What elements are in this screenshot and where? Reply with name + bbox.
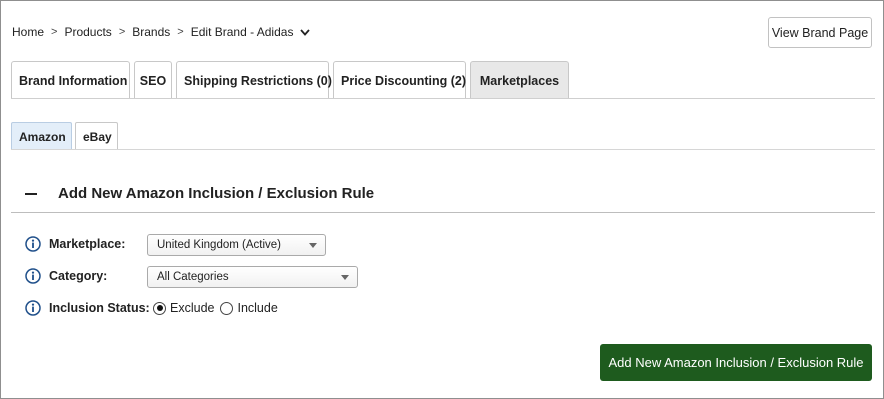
section-divider bbox=[11, 212, 875, 213]
marketplace-select-value: United Kingdom (Active) bbox=[157, 239, 281, 251]
breadcrumb-current: Edit Brand - Adidas bbox=[190, 25, 294, 39]
dropdown-caret-icon bbox=[341, 275, 349, 280]
view-brand-page-button[interactable]: View Brand Page bbox=[768, 17, 872, 48]
category-field: Category: bbox=[25, 268, 107, 284]
breadcrumb-home[interactable]: Home bbox=[12, 25, 44, 39]
chevron-down-icon[interactable] bbox=[299, 26, 311, 38]
minus-icon[interactable] bbox=[25, 192, 37, 195]
breadcrumb-separator: > bbox=[51, 26, 58, 38]
tab-amazon[interactable]: Amazon bbox=[11, 122, 72, 150]
category-select-value: All Categories bbox=[157, 271, 229, 283]
tab-price-discounting[interactable]: Price Discounting (2) bbox=[333, 61, 466, 99]
inclusion-status-label: Inclusion Status: bbox=[49, 301, 150, 315]
tab-marketplaces[interactable]: Marketplaces bbox=[470, 61, 569, 99]
category-select[interactable]: All Categories bbox=[147, 266, 358, 288]
breadcrumb-separator: > bbox=[118, 26, 126, 38]
category-label: Category: bbox=[49, 269, 108, 283]
marketplace-select[interactable]: United Kingdom (Active) bbox=[147, 234, 326, 256]
dropdown-caret-icon bbox=[309, 243, 317, 248]
tab-shipping-restrictions[interactable]: Shipping Restrictions (0) bbox=[176, 61, 332, 99]
section-title: Add New Amazon Inclusion / Exclusion Rul… bbox=[58, 185, 375, 202]
inclusion-status-radio-group: Exclude Include bbox=[153, 301, 281, 315]
exclude-radio-label[interactable]: Exclude bbox=[170, 301, 214, 315]
marketplace-label: Marketplace: bbox=[49, 237, 126, 251]
breadcrumb-brands[interactable]: Brands bbox=[132, 25, 170, 39]
tab-brand-information[interactable]: Brand Information bbox=[11, 61, 130, 99]
breadcrumb: Home > Products > Brands > Edit Brand - … bbox=[12, 25, 311, 39]
main-tabs: Brand Information SEO Shipping Restricti… bbox=[11, 61, 573, 99]
include-radio[interactable] bbox=[220, 301, 234, 315]
info-icon[interactable] bbox=[25, 236, 41, 252]
tabs-divider bbox=[11, 98, 875, 99]
page-frame: Home > Products > Brands > Edit Brand - … bbox=[0, 0, 884, 399]
sub-tabs-divider bbox=[11, 149, 875, 150]
tab-seo[interactable]: SEO bbox=[134, 61, 172, 99]
marketplace-tabs: Amazon eBay bbox=[11, 122, 121, 150]
info-icon[interactable] bbox=[25, 300, 41, 316]
inclusion-status-field: Inclusion Status: bbox=[25, 300, 150, 316]
tab-ebay[interactable]: eBay bbox=[75, 122, 118, 150]
section-header: Add New Amazon Inclusion / Exclusion Rul… bbox=[25, 185, 374, 202]
breadcrumb-products[interactable]: Products bbox=[64, 25, 111, 39]
exclude-radio[interactable] bbox=[153, 301, 166, 315]
info-icon[interactable] bbox=[25, 268, 41, 284]
marketplace-field: Marketplace: bbox=[25, 236, 125, 252]
include-radio-label[interactable]: Include bbox=[237, 301, 277, 315]
breadcrumb-separator: > bbox=[177, 26, 184, 38]
add-rule-button[interactable]: Add New Amazon Inclusion / Exclusion Rul… bbox=[600, 344, 872, 381]
